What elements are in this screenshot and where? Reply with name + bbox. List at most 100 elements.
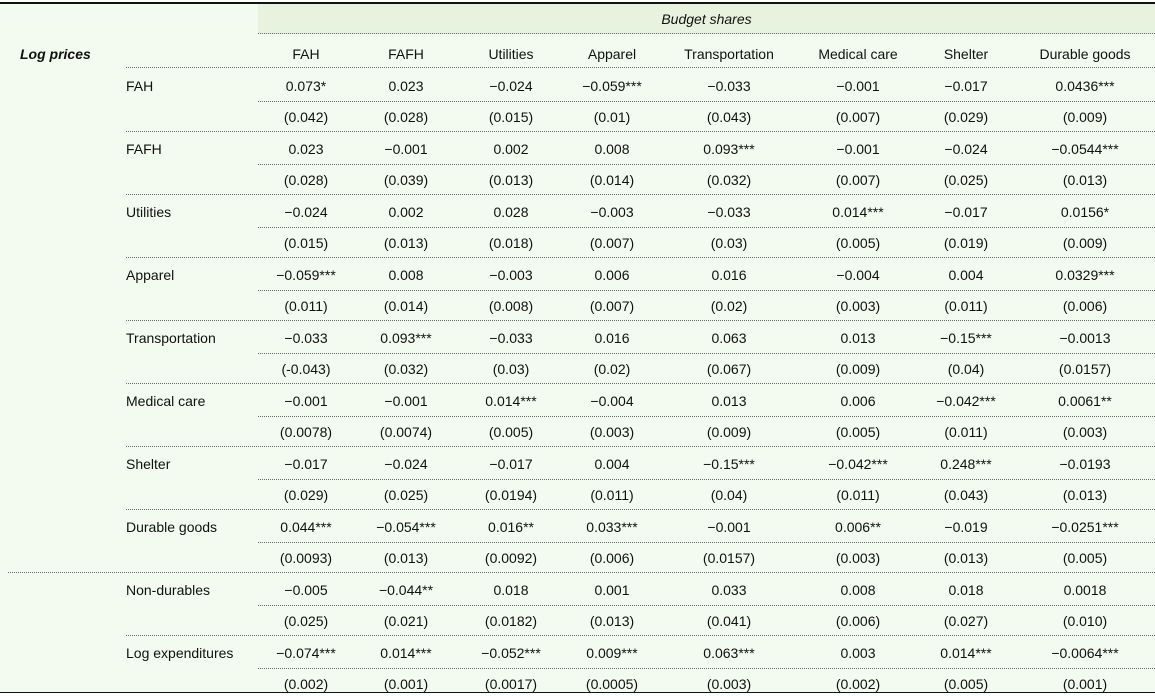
coefficient-cell: 0.033 <box>711 582 747 598</box>
std-error-cell: (0.032) <box>706 172 752 188</box>
std-error-cell: (0.003) <box>706 676 752 692</box>
row-separator <box>126 635 1155 636</box>
std-error-cell: (0.013) <box>383 235 429 251</box>
std-error-cell: (0.007) <box>589 298 635 314</box>
std-error-cell: (0.009) <box>835 361 881 377</box>
coefficient-cell: 0.063*** <box>703 645 755 661</box>
row-inner-rule <box>258 605 1155 606</box>
coefficient-cell: −0.044** <box>378 582 434 598</box>
coefficient-cell: 0.0156* <box>1060 204 1110 220</box>
coefficient-cell: −0.024 <box>944 141 988 157</box>
row-inner-rule <box>258 479 1155 480</box>
coefficient-cell: −0.0193 <box>1059 456 1111 472</box>
row-separator <box>126 509 1155 510</box>
row-inner-rule <box>258 290 1155 291</box>
std-error-cell: (0.01) <box>593 109 631 125</box>
stub-header: Log prices <box>20 46 91 62</box>
row-inner-rule <box>258 227 1155 228</box>
std-error-cell: (0.0157) <box>702 550 756 566</box>
std-error-cell: (0.010) <box>1062 613 1108 629</box>
coefficient-cell: −0.017 <box>944 204 988 220</box>
coefficient-cell: 0.006** <box>835 519 881 535</box>
coefficient-cell: 0.013 <box>711 393 747 409</box>
std-error-cell: (0.019) <box>943 235 989 251</box>
coefficient-cell: 0.003 <box>840 645 876 661</box>
coefficient-cell: −0.017 <box>944 78 988 94</box>
coefficient-cell: −0.0544*** <box>1051 141 1119 157</box>
std-error-cell: (0.005) <box>943 676 989 692</box>
row-inner-rule <box>258 164 1155 165</box>
coefficient-cell: −0.019 <box>944 519 988 535</box>
column-header: Apparel <box>587 46 637 62</box>
row-label: Non-durables <box>126 582 211 598</box>
coefficient-cell: −0.003 <box>590 204 634 220</box>
row-label: Durable goods <box>126 519 218 535</box>
std-error-cell: (0.067) <box>706 361 752 377</box>
std-error-cell: (0.013) <box>1062 487 1108 503</box>
std-error-cell: (0.043) <box>943 487 989 503</box>
coefficient-cell: 0.033*** <box>586 519 638 535</box>
coefficient-cell: 0.002 <box>388 204 424 220</box>
std-error-cell: (0.011) <box>590 487 634 503</box>
coefficient-cell: 0.014*** <box>380 645 432 661</box>
coefficient-cell: −0.059*** <box>582 78 642 94</box>
super-header-rule <box>258 33 1155 34</box>
std-error-cell: (0.039) <box>383 172 429 188</box>
column-header: Transportation <box>684 46 774 62</box>
row-label: Transportation <box>126 330 216 346</box>
coefficient-cell: 0.006 <box>840 393 876 409</box>
std-error-cell: (0.014) <box>383 298 429 314</box>
coefficient-cell: −0.001 <box>836 78 880 94</box>
std-error-cell: (0.0005) <box>585 676 639 692</box>
std-error-cell: (0.025) <box>383 487 429 503</box>
coefficient-cell: 0.001 <box>594 582 630 598</box>
coefficient-cell: 0.008 <box>388 267 424 283</box>
column-header-rule <box>126 67 1155 68</box>
std-error-cell: (0.003) <box>589 424 635 440</box>
coefficient-cell: 0.004 <box>594 456 630 472</box>
std-error-cell: (0.03) <box>710 235 748 251</box>
row-inner-rule <box>258 101 1155 102</box>
std-error-cell: (0.011) <box>944 298 988 314</box>
std-error-cell: (0.027) <box>943 613 989 629</box>
coefficient-cell: −0.054*** <box>376 519 436 535</box>
std-error-cell: (0.032) <box>383 361 429 377</box>
coefficient-cell: −0.001 <box>384 393 428 409</box>
std-error-cell: (0.04) <box>710 487 748 503</box>
std-error-cell: (0.0157) <box>1058 361 1112 377</box>
std-error-cell: (0.007) <box>589 235 635 251</box>
std-error-cell: (0.009) <box>1062 109 1108 125</box>
column-header: Shelter <box>943 46 989 62</box>
std-error-cell: (0.011) <box>944 424 988 440</box>
row-label: Medical care <box>126 393 206 409</box>
std-error-cell: (0.009) <box>706 424 752 440</box>
coefficient-cell: 0.013 <box>840 330 876 346</box>
std-error-cell: (0.014) <box>589 172 635 188</box>
std-error-cell: (0.02) <box>593 361 631 377</box>
coefficient-cell: −0.001 <box>707 519 751 535</box>
std-error-cell: (0.006) <box>589 550 635 566</box>
coefficient-cell: −0.004 <box>836 267 880 283</box>
coefficient-cell: 0.0018 <box>1063 582 1107 598</box>
coefficient-cell: 0.248*** <box>940 456 992 472</box>
column-header: Medical care <box>818 46 898 62</box>
coefficient-cell: −0.0013 <box>1059 330 1111 346</box>
std-error-cell: (0.025) <box>943 172 989 188</box>
column-header: Durable goods <box>1039 46 1131 62</box>
std-error-cell: (0.006) <box>1062 298 1108 314</box>
std-error-cell: (0.005) <box>1062 550 1108 566</box>
coefficient-cell: −0.0251*** <box>1051 519 1119 535</box>
coefficient-cell: 0.0061** <box>1058 393 1112 409</box>
coefficient-cell: 0.016 <box>594 330 630 346</box>
row-separator <box>126 194 1155 195</box>
std-error-cell: (0.041) <box>706 613 752 629</box>
coefficient-cell: −0.004 <box>590 393 634 409</box>
row-inner-rule <box>258 542 1155 543</box>
coefficient-cell: −0.042*** <box>936 393 996 409</box>
std-error-cell: (0.003) <box>835 550 881 566</box>
coefficient-cell: 0.0329*** <box>1055 267 1115 283</box>
super-header: Budget shares <box>661 11 752 27</box>
std-error-cell: (0.043) <box>706 109 752 125</box>
std-error-cell: (0.029) <box>943 109 989 125</box>
row-label: FAFH <box>126 141 162 157</box>
